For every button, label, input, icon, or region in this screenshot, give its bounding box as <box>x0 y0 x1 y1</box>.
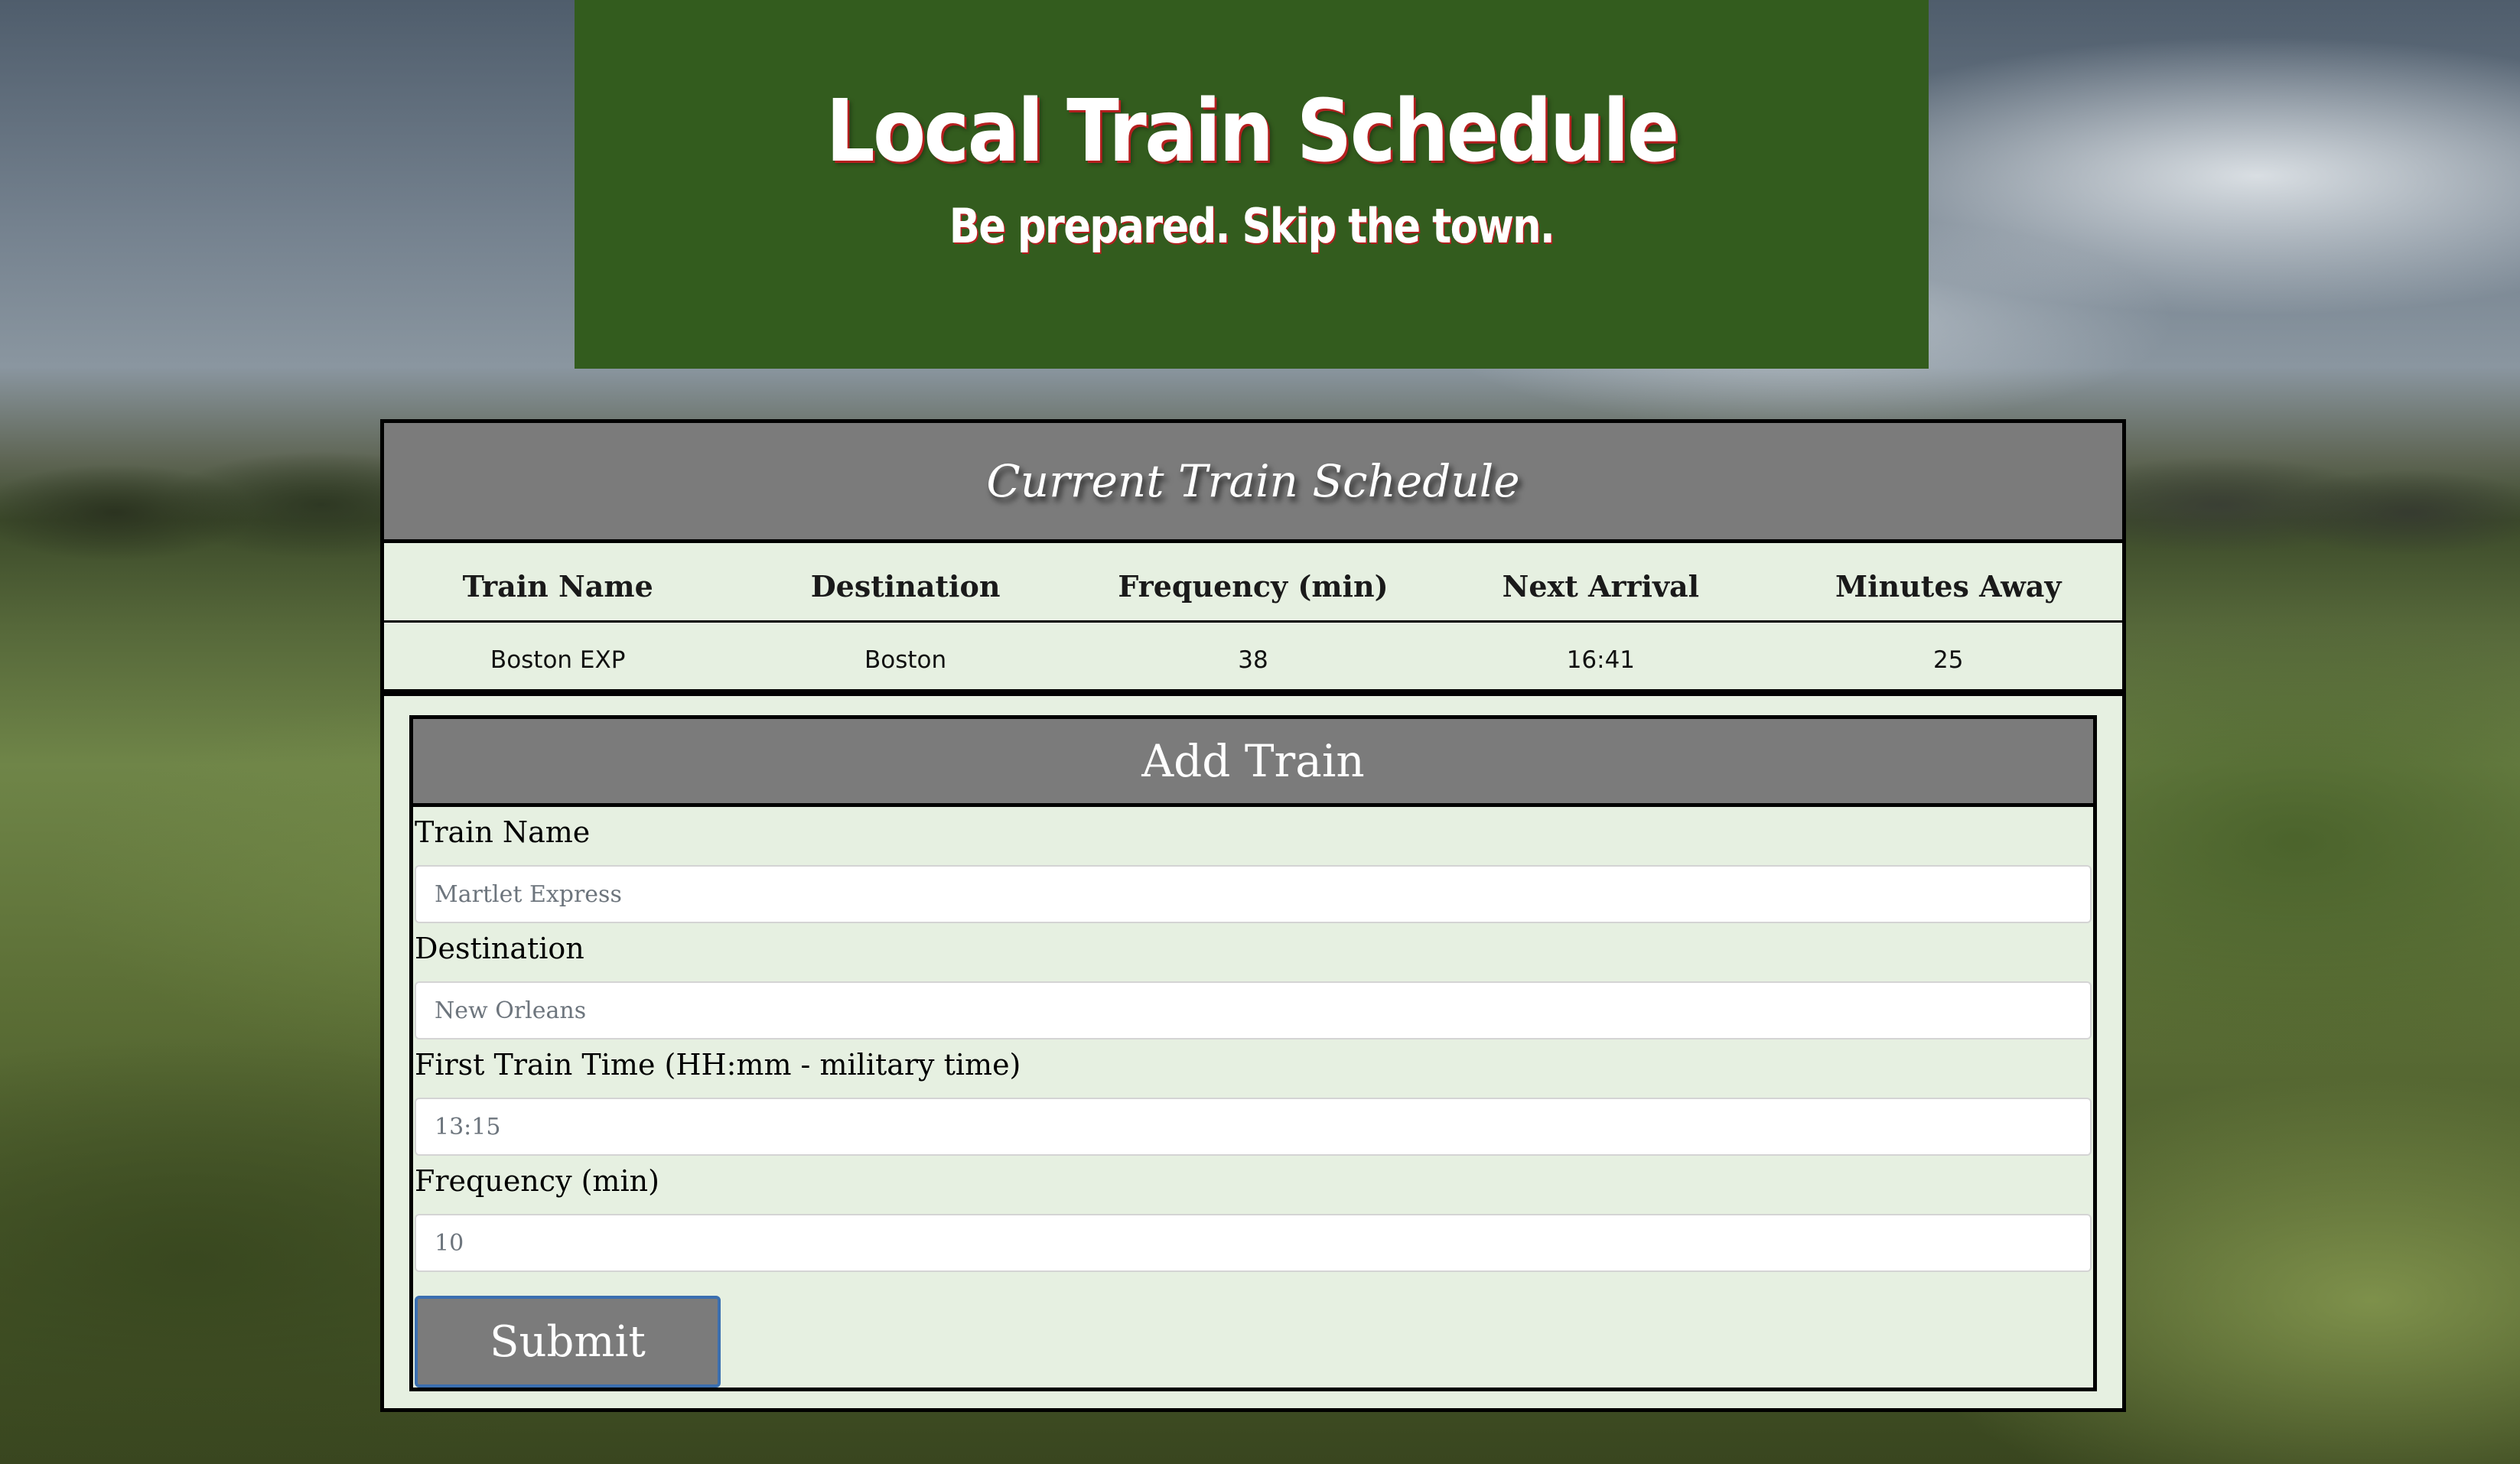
table-header-row: Train Name Destination Frequency (min) N… <box>384 543 2122 623</box>
destination-label: Destination <box>415 932 584 965</box>
divider <box>384 689 2122 696</box>
schedule-table: Train Name Destination Frequency (min) N… <box>384 543 2122 689</box>
add-train-heading-text: Add Train <box>1141 735 1365 787</box>
train-name-label: Train Name <box>415 815 591 849</box>
column-header-frequency: Frequency (min) <box>1079 543 1428 623</box>
schedule-panel: Current Train Schedule Train Name Destin… <box>380 419 2126 1412</box>
first-train-time-input[interactable] <box>415 1098 2092 1156</box>
column-header-next-arrival: Next Arrival <box>1427 543 1775 623</box>
page-title: Local Train Schedule <box>825 82 1679 181</box>
cell-next-arrival: 16:41 <box>1566 646 1636 674</box>
cell-train-name: Boston EXP <box>490 646 626 674</box>
schedule-heading-text: Current Train Schedule <box>986 455 1520 507</box>
add-train-form: Add Train Train Name Destination First T… <box>409 715 2097 1391</box>
frequency-label: Frequency (min) <box>415 1164 659 1198</box>
schedule-heading: Current Train Schedule <box>384 423 2122 543</box>
cell-frequency: 38 <box>1238 646 1268 674</box>
table-row: Boston EXP Boston 38 16:41 25 <box>384 622 2122 690</box>
submit-button[interactable]: Submit <box>415 1296 721 1388</box>
first-train-time-label: First Train Time (HH:mm - military time) <box>415 1048 1021 1082</box>
cell-destination: Boston <box>864 646 947 674</box>
site-header: Local Train Schedule Be prepared. Skip t… <box>575 0 1929 369</box>
page-tagline: Be prepared. Skip the town. <box>949 198 1555 254</box>
cell-minutes-away: 25 <box>1933 646 1964 674</box>
column-header-train-name: Train Name <box>384 543 732 623</box>
add-train-heading: Add Train <box>413 719 2093 807</box>
column-header-destination: Destination <box>731 543 1079 623</box>
frequency-input[interactable] <box>415 1214 2092 1272</box>
destination-input[interactable] <box>415 981 2092 1039</box>
column-header-minutes-away: Minutes Away <box>1774 543 2122 623</box>
train-name-input[interactable] <box>415 865 2092 923</box>
